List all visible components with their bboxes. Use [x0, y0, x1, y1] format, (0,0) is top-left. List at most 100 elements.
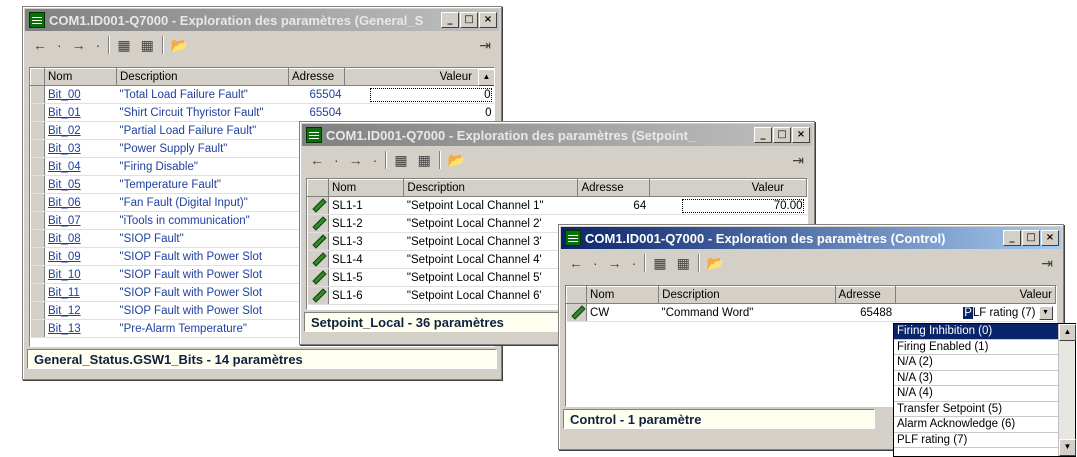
dropdown-option[interactable]: N/A (2): [894, 355, 1059, 371]
cell-description[interactable]: "Setpoint Local Channel 3': [403, 232, 578, 251]
back-arrow-icon[interactable]: ←: [308, 152, 326, 168]
close-button[interactable]: ×: [479, 12, 497, 28]
folder-icon[interactable]: ▦: [115, 37, 132, 54]
cell-nom[interactable]: SL1-1: [328, 196, 404, 215]
cell-adresse[interactable]: 65504: [288, 85, 345, 104]
cell-nom[interactable]: Bit_03: [44, 139, 117, 158]
vertical-scrollbar[interactable]: ▲: [478, 68, 494, 86]
close-button[interactable]: ×: [1041, 230, 1059, 246]
dropdown-option[interactable]: Firing Enabled (1): [894, 340, 1059, 355]
folder-icon[interactable]: ▦: [651, 255, 668, 272]
cell-description[interactable]: "iTools in communication": [116, 211, 289, 230]
cell-nom[interactable]: Bit_08: [44, 229, 117, 248]
forward-dropdown-icon[interactable]: ·: [94, 37, 103, 53]
scroll-up-icon[interactable]: ▲: [1059, 324, 1076, 341]
pin-icon[interactable]: ⇥: [1039, 255, 1055, 272]
cell-description[interactable]: "SIOP Fault with Power Slot: [116, 301, 289, 320]
minimize-button[interactable]: _: [441, 12, 459, 28]
column-header-valeur[interactable]: Valeur: [894, 286, 1056, 304]
back-dropdown-icon[interactable]: ·: [332, 152, 341, 168]
forward-arrow-icon[interactable]: →: [70, 37, 88, 53]
cell-nom[interactable]: SL1-3: [328, 232, 404, 251]
cell-description[interactable]: "Shirt Circuit Thyristor Fault": [116, 103, 289, 122]
cell-nom[interactable]: Bit_00: [44, 85, 117, 104]
cell-nom[interactable]: CW: [586, 303, 659, 322]
cell-adresse[interactable]: 64: [577, 196, 650, 215]
column-header-description[interactable]: Description: [116, 68, 289, 86]
column-header-adresse[interactable]: Adresse: [577, 179, 650, 197]
cell-nom[interactable]: SL1-2: [328, 214, 404, 233]
forward-dropdown-icon[interactable]: ·: [371, 152, 380, 168]
cell-nom[interactable]: Bit_07: [44, 211, 117, 230]
table-row[interactable]: SL1-1 "Setpoint Local Channel 1" 64 70.00: [307, 196, 807, 215]
forward-dropdown-icon[interactable]: ·: [630, 255, 639, 271]
cell-nom[interactable]: SL1-4: [328, 250, 404, 269]
minimize-button[interactable]: _: [754, 127, 772, 143]
maximize-button[interactable]: □: [460, 12, 478, 28]
folder-up-icon[interactable]: ▦: [416, 152, 433, 169]
back-dropdown-icon[interactable]: ·: [591, 255, 600, 271]
dropdown-option[interactable]: Alarm Acknowledge (6): [894, 417, 1059, 433]
title-bar[interactable]: COM1.ID001-Q7000 - Exploration des param…: [302, 124, 812, 146]
cell-description[interactable]: "Command Word": [658, 303, 836, 322]
cell-nom[interactable]: SL1-5: [328, 268, 404, 287]
back-arrow-icon[interactable]: ←: [567, 255, 585, 271]
cell-nom[interactable]: Bit_02: [44, 121, 117, 140]
cell-nom[interactable]: Bit_06: [44, 193, 117, 212]
column-header-description[interactable]: Description: [403, 179, 579, 197]
cell-description[interactable]: "Setpoint Local Channel 1": [403, 196, 578, 215]
cell-nom[interactable]: Bit_11: [44, 283, 117, 302]
cell-nom[interactable]: Bit_01: [44, 103, 117, 122]
column-header-adresse[interactable]: Adresse: [834, 286, 896, 304]
value-field[interactable]: 0: [369, 87, 492, 102]
scroll-up-icon[interactable]: ▲: [478, 69, 494, 86]
cell-description[interactable]: "SIOP Fault with Power Slot: [116, 265, 289, 284]
back-arrow-icon[interactable]: ←: [31, 37, 49, 53]
forward-arrow-icon[interactable]: →: [347, 152, 365, 168]
minimize-button[interactable]: _: [1003, 230, 1021, 246]
cell-nom[interactable]: SL1-6: [328, 286, 404, 305]
maximize-button[interactable]: □: [773, 127, 791, 143]
cell-nom[interactable]: Bit_10: [44, 265, 117, 284]
value-field[interactable]: 70.00: [681, 198, 804, 213]
cell-nom[interactable]: Bit_05: [44, 175, 117, 194]
cell-description[interactable]: "Pre-Alarm Temperature": [116, 319, 289, 338]
cell-nom[interactable]: Bit_12: [44, 301, 117, 320]
value-dropdown-list[interactable]: Firing Inhibition (0) Firing Enabled (1) N…: [893, 323, 1076, 457]
cell-description[interactable]: "Setpoint Local Channel 4': [403, 250, 578, 269]
column-header-valeur[interactable]: Valeur: [344, 68, 494, 86]
scroll-down-icon[interactable]: ▼: [1059, 439, 1076, 456]
open-folder-icon[interactable]: 📂: [169, 37, 190, 54]
pin-icon[interactable]: ⇥: [790, 152, 806, 169]
cell-valeur[interactable]: PLF rating (7) ▼: [895, 303, 1056, 322]
cell-description[interactable]: "Firing Disable": [116, 157, 289, 176]
title-bar[interactable]: COM1.ID001-Q7000 - Exploration des param…: [561, 227, 1061, 249]
cell-description[interactable]: "Partial Load Failure Fault": [116, 121, 289, 140]
open-folder-icon[interactable]: 📂: [705, 255, 726, 272]
dropdown-scrollbar[interactable]: ▲ ▼: [1058, 324, 1076, 456]
close-button[interactable]: ×: [792, 127, 810, 143]
cell-description[interactable]: "SIOP Fault": [116, 229, 289, 248]
pin-icon[interactable]: ⇥: [477, 37, 493, 54]
cell-adresse[interactable]: 65488: [835, 303, 896, 322]
table-row[interactable]: CW "Command Word" 65488 PLF rating (7) ▼: [566, 303, 1056, 322]
dropdown-option[interactable]: Transfer Setpoint (5): [894, 402, 1059, 417]
cell-description[interactable]: "Setpoint Local Channel 6': [403, 286, 578, 305]
cell-description[interactable]: "Setpoint Local Channel 5': [403, 268, 578, 287]
cell-description[interactable]: "Power Supply Fault": [116, 139, 289, 158]
cell-description[interactable]: "Setpoint Local Channel 2': [403, 214, 578, 233]
cell-valeur[interactable]: 0: [344, 103, 494, 122]
back-dropdown-icon[interactable]: ·: [55, 37, 64, 53]
cell-description[interactable]: "Fan Fault (Digital Input)": [116, 193, 289, 212]
dropdown-option[interactable]: N/A (4): [894, 386, 1059, 402]
dropdown-option[interactable]: Firing Inhibition (0): [894, 324, 1059, 340]
cell-valeur[interactable]: 0: [344, 85, 494, 104]
folder-icon[interactable]: ▦: [392, 152, 409, 169]
cell-adresse[interactable]: 65504: [288, 103, 345, 122]
cell-valeur[interactable]: 70.00: [649, 196, 807, 215]
cell-description[interactable]: "Total Load Failure Fault": [116, 85, 289, 104]
dropdown-arrow-icon[interactable]: ▼: [1038, 305, 1053, 320]
cell-nom[interactable]: Bit_04: [44, 157, 117, 176]
column-header-nom[interactable]: Nom: [44, 68, 117, 86]
column-header-nom[interactable]: Nom: [586, 286, 660, 304]
